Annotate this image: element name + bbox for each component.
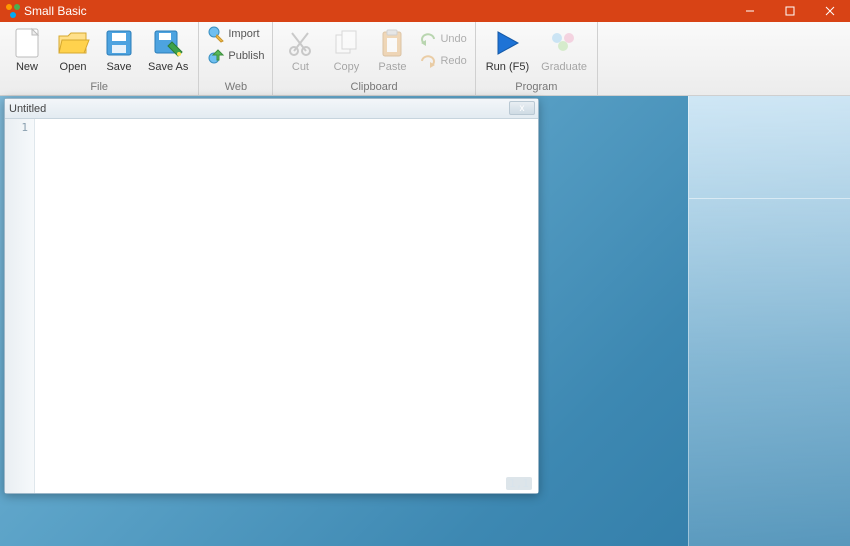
run-icon: [490, 26, 524, 60]
line-number: 1: [5, 121, 28, 134]
publish-label: Publish: [228, 50, 264, 62]
redo-label: Redo: [440, 55, 466, 67]
new-label: New: [16, 61, 38, 73]
group-web: Import Publish Web: [199, 22, 273, 95]
close-glyph: x: [520, 103, 525, 114]
cut-icon: [283, 26, 317, 60]
open-label: Open: [60, 61, 87, 73]
cursor-position: 1,1: [506, 477, 532, 490]
ribbon: New Open Save Save As File: [0, 22, 850, 96]
save-label: Save: [106, 61, 131, 73]
graduate-icon: [547, 26, 581, 60]
group-program: Run (F5) Graduate Program: [476, 22, 598, 95]
line-gutter: 1: [5, 119, 35, 493]
graduate-button[interactable]: Graduate: [535, 24, 593, 75]
redo-icon: [419, 52, 437, 70]
save-as-label: Save As: [148, 61, 188, 73]
program-group-label: Program: [515, 81, 557, 95]
paste-button[interactable]: Paste: [369, 24, 415, 75]
publish-icon: [207, 47, 225, 65]
save-button[interactable]: Save: [96, 24, 142, 75]
web-group-label: Web: [225, 81, 247, 95]
editor-body: 1 1,1: [5, 119, 538, 493]
titlebar: Small Basic: [0, 0, 850, 22]
copy-button[interactable]: Copy: [323, 24, 369, 75]
run-label: Run (F5): [486, 61, 529, 73]
group-file: New Open Save Save As File: [0, 22, 199, 95]
graduate-label: Graduate: [541, 61, 587, 73]
close-icon: [825, 6, 835, 16]
save-icon: [102, 26, 136, 60]
paste-label: Paste: [378, 61, 406, 73]
minimize-icon: [745, 6, 755, 16]
copy-label: Copy: [334, 61, 360, 73]
save-as-button[interactable]: Save As: [142, 24, 194, 75]
redo-button[interactable]: Redo: [415, 51, 470, 71]
minimize-button[interactable]: [730, 0, 770, 22]
undo-label: Undo: [440, 33, 466, 45]
workspace: Untitled x 1 1,1: [0, 96, 850, 546]
editor-tab-title[interactable]: Untitled: [9, 103, 46, 115]
publish-button[interactable]: Publish: [203, 46, 268, 66]
group-clipboard: Cut Copy Paste Undo: [273, 22, 475, 95]
editor-close-button[interactable]: x: [509, 101, 535, 115]
code-area[interactable]: 1,1: [35, 119, 538, 493]
cut-button[interactable]: Cut: [277, 24, 323, 75]
cut-label: Cut: [292, 61, 309, 73]
help-panel: [688, 96, 850, 546]
help-divider: [689, 198, 850, 199]
run-button[interactable]: Run (F5): [480, 24, 535, 75]
app-logo-icon: [6, 4, 20, 18]
maximize-button[interactable]: [770, 0, 810, 22]
paste-icon: [375, 26, 409, 60]
file-group-label: File: [90, 81, 108, 95]
clipboard-group-label: Clipboard: [351, 81, 398, 95]
undo-button[interactable]: Undo: [415, 29, 470, 49]
editor-tabbar: Untitled x: [5, 99, 538, 119]
close-window-button[interactable]: [810, 0, 850, 22]
open-folder-icon: [56, 26, 90, 60]
import-label: Import: [228, 28, 259, 40]
save-as-icon: [151, 26, 185, 60]
undo-icon: [419, 30, 437, 48]
import-icon: [207, 25, 225, 43]
new-file-icon: [10, 26, 44, 60]
copy-icon: [329, 26, 363, 60]
editor-window: Untitled x 1 1,1: [4, 98, 539, 494]
import-button[interactable]: Import: [203, 24, 268, 44]
maximize-icon: [785, 6, 795, 16]
window-title: Small Basic: [24, 4, 87, 18]
new-button[interactable]: New: [4, 24, 50, 75]
open-button[interactable]: Open: [50, 24, 96, 75]
